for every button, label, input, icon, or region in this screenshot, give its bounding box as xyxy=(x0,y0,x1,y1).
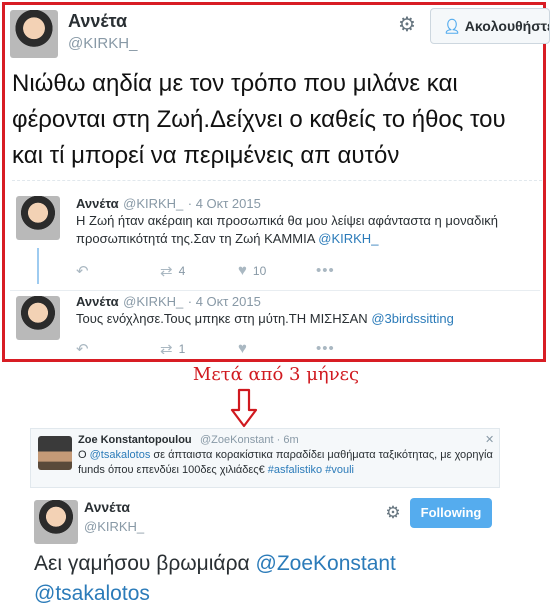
avatar[interactable] xyxy=(16,196,60,240)
reply-header: Αννέτα @KIRKH_ · 4 Οκτ 2015 xyxy=(76,293,261,311)
tweet-text-body: Αει γαμήσου βρωμιάρα xyxy=(34,552,256,575)
author-name[interactable]: Αννέτα xyxy=(84,499,130,515)
divider xyxy=(12,180,542,189)
caption: Μετά από 3 μήνες xyxy=(192,364,360,385)
reply-icon[interactable]: ↶ xyxy=(76,340,89,354)
retweet-button[interactable]: ⇄ 1 xyxy=(160,340,185,354)
reply-header: Αννέτα @KIRKH_ · 4 Οκτ 2015 xyxy=(76,195,261,213)
reply-author-name[interactable]: Αννέτα xyxy=(76,196,119,211)
like-count: 10 xyxy=(252,263,267,278)
more-icon[interactable]: ••• xyxy=(316,262,335,279)
tweet-actions: ↶ ⇄ 1 ♥ ••• xyxy=(76,340,376,354)
zoe-author-name[interactable]: Zoe Konstantopoulou xyxy=(78,434,192,446)
mention-link[interactable]: @tsakalotos xyxy=(90,449,151,461)
avatar[interactable] xyxy=(34,500,78,544)
reply-text-body: Τους ενόχλησε.Τους μπηκε στη μύτη.ΤΗ ΜΙΣ… xyxy=(76,311,372,326)
follow-button[interactable]: 👤︎ Ακολουθήστε xyxy=(430,8,550,44)
tweet-text: Αει γαμήσου βρωμιάρα @ZoeKonstant @tsaka… xyxy=(34,549,534,609)
heart-icon: ♥ xyxy=(238,262,247,279)
retweet-button[interactable]: ⇄ 4 xyxy=(160,262,185,280)
avatar[interactable] xyxy=(10,10,58,58)
author-name[interactable]: Αννέτα xyxy=(68,11,127,32)
like-button[interactable]: ♥ 10 xyxy=(238,262,266,279)
author-handle[interactable]: @KIRKH_ xyxy=(68,35,137,52)
divider xyxy=(10,290,540,291)
retweet-count: 4 xyxy=(178,264,186,278)
zoe-text-part: Ο xyxy=(78,449,90,461)
thread-line xyxy=(37,248,39,284)
reply-author-handle[interactable]: @KIRKH_ xyxy=(123,196,183,211)
reply-text-body: Η Ζωή ήταν ακέραιη και προσωπικά θα μου … xyxy=(76,213,498,246)
mention-link[interactable]: @3birdssitting xyxy=(371,311,454,326)
like-button[interactable]: ♥ xyxy=(238,340,253,354)
more-icon[interactable]: ••• xyxy=(316,340,335,354)
reply-icon[interactable]: ↶ xyxy=(76,262,89,280)
reply-author-name[interactable]: Αννέτα xyxy=(76,294,119,309)
hashtag-link[interactable]: #vouli xyxy=(325,464,354,476)
mention-link[interactable]: @ZoeKonstant xyxy=(256,552,396,575)
zoe-author-handle[interactable]: @ZoeKonstant xyxy=(200,434,274,446)
hashtag-link[interactable]: #asfalistiko xyxy=(268,464,322,476)
zoe-tweet-text: Ο @tsakalotos σε άπταιστα κορακίστικα πα… xyxy=(78,448,496,478)
retweet-icon: ⇄ xyxy=(160,263,173,280)
following-button[interactable]: Following xyxy=(410,498,492,528)
gear-icon[interactable]: ⚙ xyxy=(396,14,418,36)
mention-link[interactable]: @tsakalotos xyxy=(34,582,150,605)
close-icon[interactable]: ✕ xyxy=(485,433,494,446)
reply-date[interactable]: · 4 Οκτ 2015 xyxy=(188,196,261,211)
mention-link[interactable]: @KIRKH_ xyxy=(318,231,378,246)
add-user-icon: 👤︎ xyxy=(443,18,461,34)
tweet-text: Νιώθω αηδία με τον τρόπο που μιλάνε και … xyxy=(12,70,506,169)
reply-author-handle[interactable]: @KIRKH_ xyxy=(123,294,183,309)
retweet-count: 1 xyxy=(178,342,186,354)
reply-text: Τους ενόχλησε.Τους μπηκε στη μύτη.ΤΗ ΜΙΣ… xyxy=(76,310,540,328)
down-arrow-icon xyxy=(230,388,258,428)
author-handle[interactable]: @KIRKH_ xyxy=(84,519,144,534)
avatar[interactable] xyxy=(38,436,72,470)
retweet-icon: ⇄ xyxy=(160,341,173,354)
reply-text: Η Ζωή ήταν ακέραιη και προσωπικά θα μου … xyxy=(76,212,540,248)
reply-date[interactable]: · 4 Οκτ 2015 xyxy=(188,294,261,309)
follow-button-label: Ακολουθήστε xyxy=(464,18,550,34)
zoe-meta: @ZoeKonstant · 6m xyxy=(200,434,299,446)
zoe-time[interactable]: · 6m xyxy=(277,434,299,446)
tweet-actions: ↶ ⇄ 4 ♥ 10 ••• xyxy=(76,262,376,280)
avatar[interactable] xyxy=(16,296,60,340)
heart-icon: ♥ xyxy=(238,340,247,354)
gear-icon[interactable]: ⚙ xyxy=(383,503,403,523)
